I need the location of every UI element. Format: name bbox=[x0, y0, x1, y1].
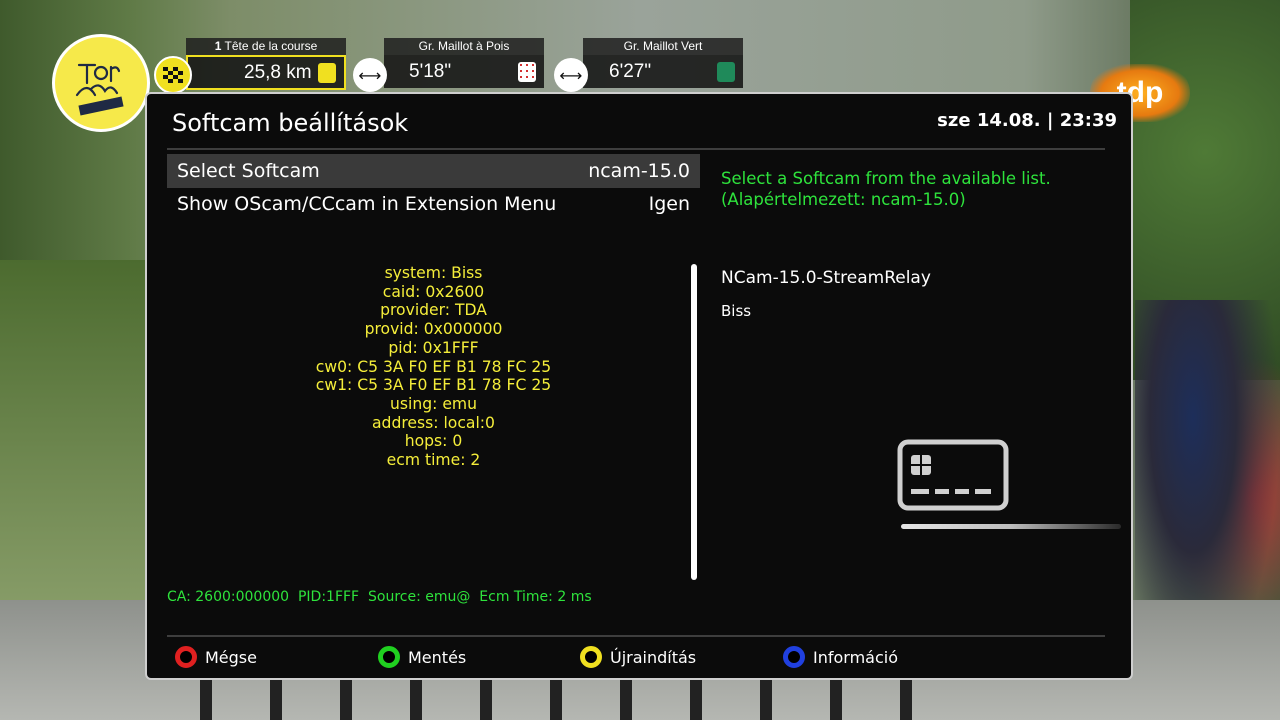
polka-dot-jersey-icon bbox=[518, 61, 536, 82]
ecm-line: caid: 0x2600 bbox=[382, 282, 485, 301]
setting-value: ncam-15.0 bbox=[588, 160, 690, 182]
gap-arrow-icon: ⟷ bbox=[353, 58, 387, 92]
race-leader-distance: 25,8 km bbox=[244, 61, 312, 83]
help-default: (Alapértelmezett: ncam-15.0) bbox=[721, 190, 966, 209]
tour-de-france-logo bbox=[52, 34, 150, 132]
smartcard-icon bbox=[897, 439, 1009, 515]
active-cam-name: NCam-15.0-StreamRelay bbox=[721, 268, 931, 288]
yellow-jersey-icon bbox=[318, 62, 336, 83]
race-leader-box: 1 Tête de la course 25,8 km bbox=[186, 38, 346, 90]
ecm-line: pid: 0x1FFF bbox=[388, 338, 479, 357]
green-jersey-icon bbox=[717, 61, 735, 82]
ecm-info-block: system: Biss caid: 0x2600 provider: TDA … bbox=[167, 264, 700, 470]
footer-divider bbox=[167, 635, 1105, 637]
ecm-line: provider: TDA bbox=[380, 301, 487, 320]
scrollbar[interactable] bbox=[691, 264, 697, 580]
ecm-line: cw0: C5 3A F0 EF B1 78 FC 25 bbox=[315, 357, 552, 376]
ecm-status-line: CA: 2600:000000 PID:1FFF Source: emu@ Ec… bbox=[167, 589, 592, 605]
red-key-icon bbox=[175, 646, 197, 668]
ecm-line: system: Biss bbox=[384, 264, 483, 282]
green-button[interactable]: Mentés bbox=[378, 646, 466, 668]
gap-arrow-icon: ⟷ bbox=[554, 58, 588, 92]
race-vert-box: Gr. Maillot Vert 6'27" bbox=[583, 38, 743, 90]
title-divider bbox=[167, 148, 1105, 150]
race-pois-box: Gr. Maillot à Pois 5'18" bbox=[384, 38, 544, 90]
date-time: sze 14.08. | 23:39 bbox=[937, 110, 1117, 131]
race-leader-rank: 1 bbox=[214, 39, 222, 53]
setting-value: Igen bbox=[648, 193, 690, 215]
active-cam-system: Biss bbox=[721, 302, 752, 320]
yellow-button[interactable]: Újraindítás bbox=[580, 646, 696, 668]
red-button-label: Mégse bbox=[205, 647, 257, 667]
race-vert-body: 6'27" bbox=[583, 55, 743, 88]
blue-button[interactable]: Információ bbox=[783, 646, 898, 668]
background-bike-wheels bbox=[200, 680, 950, 720]
green-button-label: Mentés bbox=[408, 647, 467, 667]
blue-button-label: Információ bbox=[813, 647, 898, 667]
signal-progress-bar bbox=[901, 524, 1121, 529]
race-leader-header: 1 Tête de la course bbox=[186, 38, 346, 55]
race-pois-label: Gr. Maillot à Pois bbox=[384, 38, 544, 55]
yellow-button-label: Újraindítás bbox=[610, 647, 697, 667]
softcam-settings-panel: Softcam beállítások sze 14.08. | 23:39 S… bbox=[145, 92, 1133, 680]
setting-show-extension-menu[interactable]: Show OScam/CCcam in Extension Menu Igen bbox=[167, 187, 700, 221]
ecm-line: provid: 0x000000 bbox=[364, 320, 503, 339]
blue-key-icon bbox=[783, 646, 805, 668]
tdf-logo-icon bbox=[75, 63, 124, 116]
setting-select-softcam[interactable]: Select Softcam ncam-15.0 bbox=[167, 154, 700, 188]
ecm-line: address: local:0 bbox=[372, 413, 495, 432]
help-line: Select a Softcam from the available list… bbox=[721, 169, 1051, 188]
race-pois-gap: 5'18" bbox=[409, 60, 452, 82]
ecm-line: hops: 0 bbox=[404, 432, 463, 451]
red-button[interactable]: Mégse bbox=[175, 646, 257, 668]
setting-label: Select Softcam bbox=[177, 160, 320, 182]
race-leader-label: Tête de la course bbox=[224, 39, 318, 53]
setting-label: Show OScam/CCcam in Extension Menu bbox=[177, 193, 557, 215]
race-pois-body: 5'18" bbox=[384, 55, 544, 88]
ecm-line: cw1: C5 3A F0 EF B1 78 FC 25 bbox=[315, 376, 552, 395]
panel-title: Softcam beállítások bbox=[172, 109, 409, 137]
help-text: Select a Softcam from the available list… bbox=[721, 168, 1051, 210]
green-key-icon bbox=[378, 646, 400, 668]
ecm-line: using: emu bbox=[390, 394, 477, 413]
race-leader-body: 25,8 km bbox=[186, 55, 346, 90]
race-vert-gap: 6'27" bbox=[609, 60, 652, 82]
checkered-flag-icon bbox=[154, 56, 192, 94]
ecm-line: ecm time: 2 bbox=[386, 451, 481, 470]
race-vert-label: Gr. Maillot Vert bbox=[583, 38, 743, 55]
yellow-key-icon bbox=[580, 646, 602, 668]
